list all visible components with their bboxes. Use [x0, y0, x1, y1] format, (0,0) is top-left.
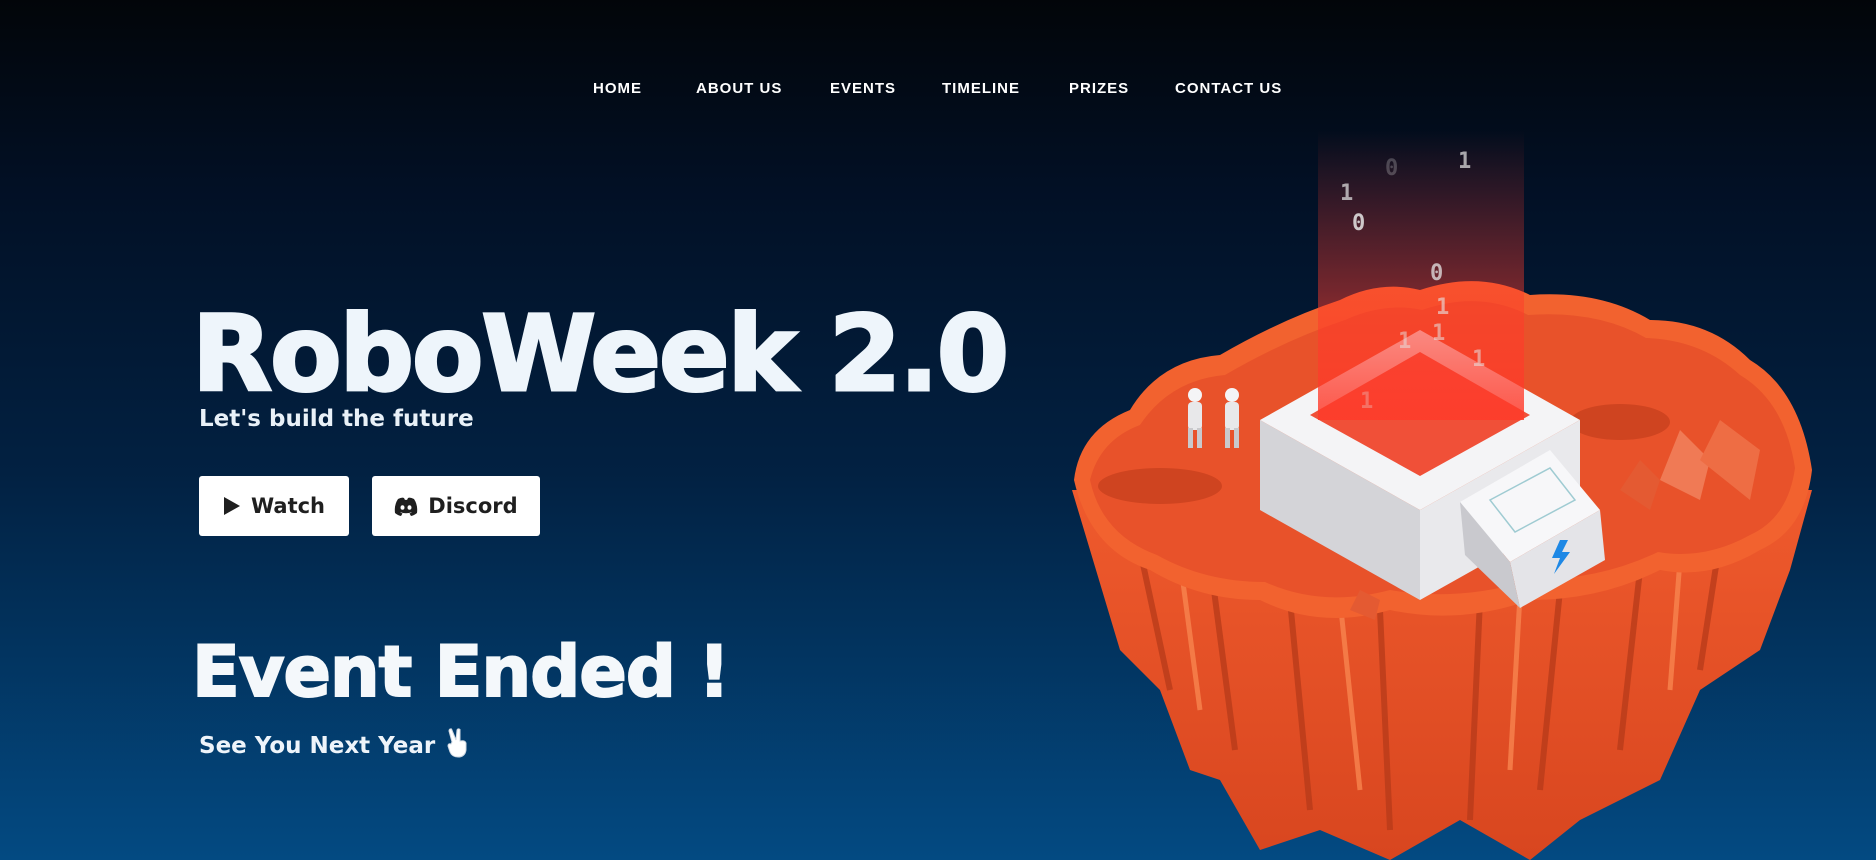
watch-button-label: Watch	[250, 494, 326, 518]
hero-tagline: Let's build the future	[199, 406, 474, 432]
floating-island-illustration: 1 0 0 1 0 1 1 1 1 1	[1072, 130, 1812, 860]
watch-button[interactable]: Watch	[199, 476, 349, 536]
binary-digit: 0	[1385, 156, 1398, 181]
data-beam	[1318, 130, 1524, 420]
nav-events[interactable]: EVENTS	[830, 80, 896, 97]
see-you-text: See You Next Year	[199, 733, 436, 759]
binary-digit: 1	[1398, 329, 1411, 354]
victory-hand-icon	[445, 728, 471, 764]
event-ended-heading: Event Ended !	[191, 631, 731, 713]
main-nav: HOME ABOUT US EVENTS TIMELINE PRIZES CON…	[0, 76, 1876, 106]
binary-digit: 1	[1436, 295, 1449, 320]
play-icon	[223, 496, 241, 516]
nav-home[interactable]: HOME	[593, 80, 642, 97]
nav-prizes[interactable]: PRIZES	[1069, 80, 1129, 97]
discord-icon	[394, 497, 418, 516]
binary-digit: 1	[1458, 149, 1471, 174]
binary-digit: 1	[1340, 181, 1353, 206]
binary-digit: 1	[1360, 389, 1373, 414]
binary-digit: 0	[1430, 261, 1443, 286]
hero-title: RoboWeek 2.0	[190, 293, 1010, 415]
discord-button[interactable]: Discord	[372, 476, 540, 536]
nav-timeline[interactable]: TIMELINE	[942, 80, 1020, 97]
binary-digit: 1	[1432, 321, 1445, 346]
discord-button-label: Discord	[428, 494, 518, 518]
see-you-next-year: See You Next Year	[199, 728, 471, 764]
nav-contact-us[interactable]: CONTACT US	[1175, 80, 1282, 97]
binary-digit: 1	[1472, 347, 1485, 372]
binary-digit: 0	[1352, 211, 1365, 236]
nav-about-us[interactable]: ABOUT US	[696, 80, 782, 97]
